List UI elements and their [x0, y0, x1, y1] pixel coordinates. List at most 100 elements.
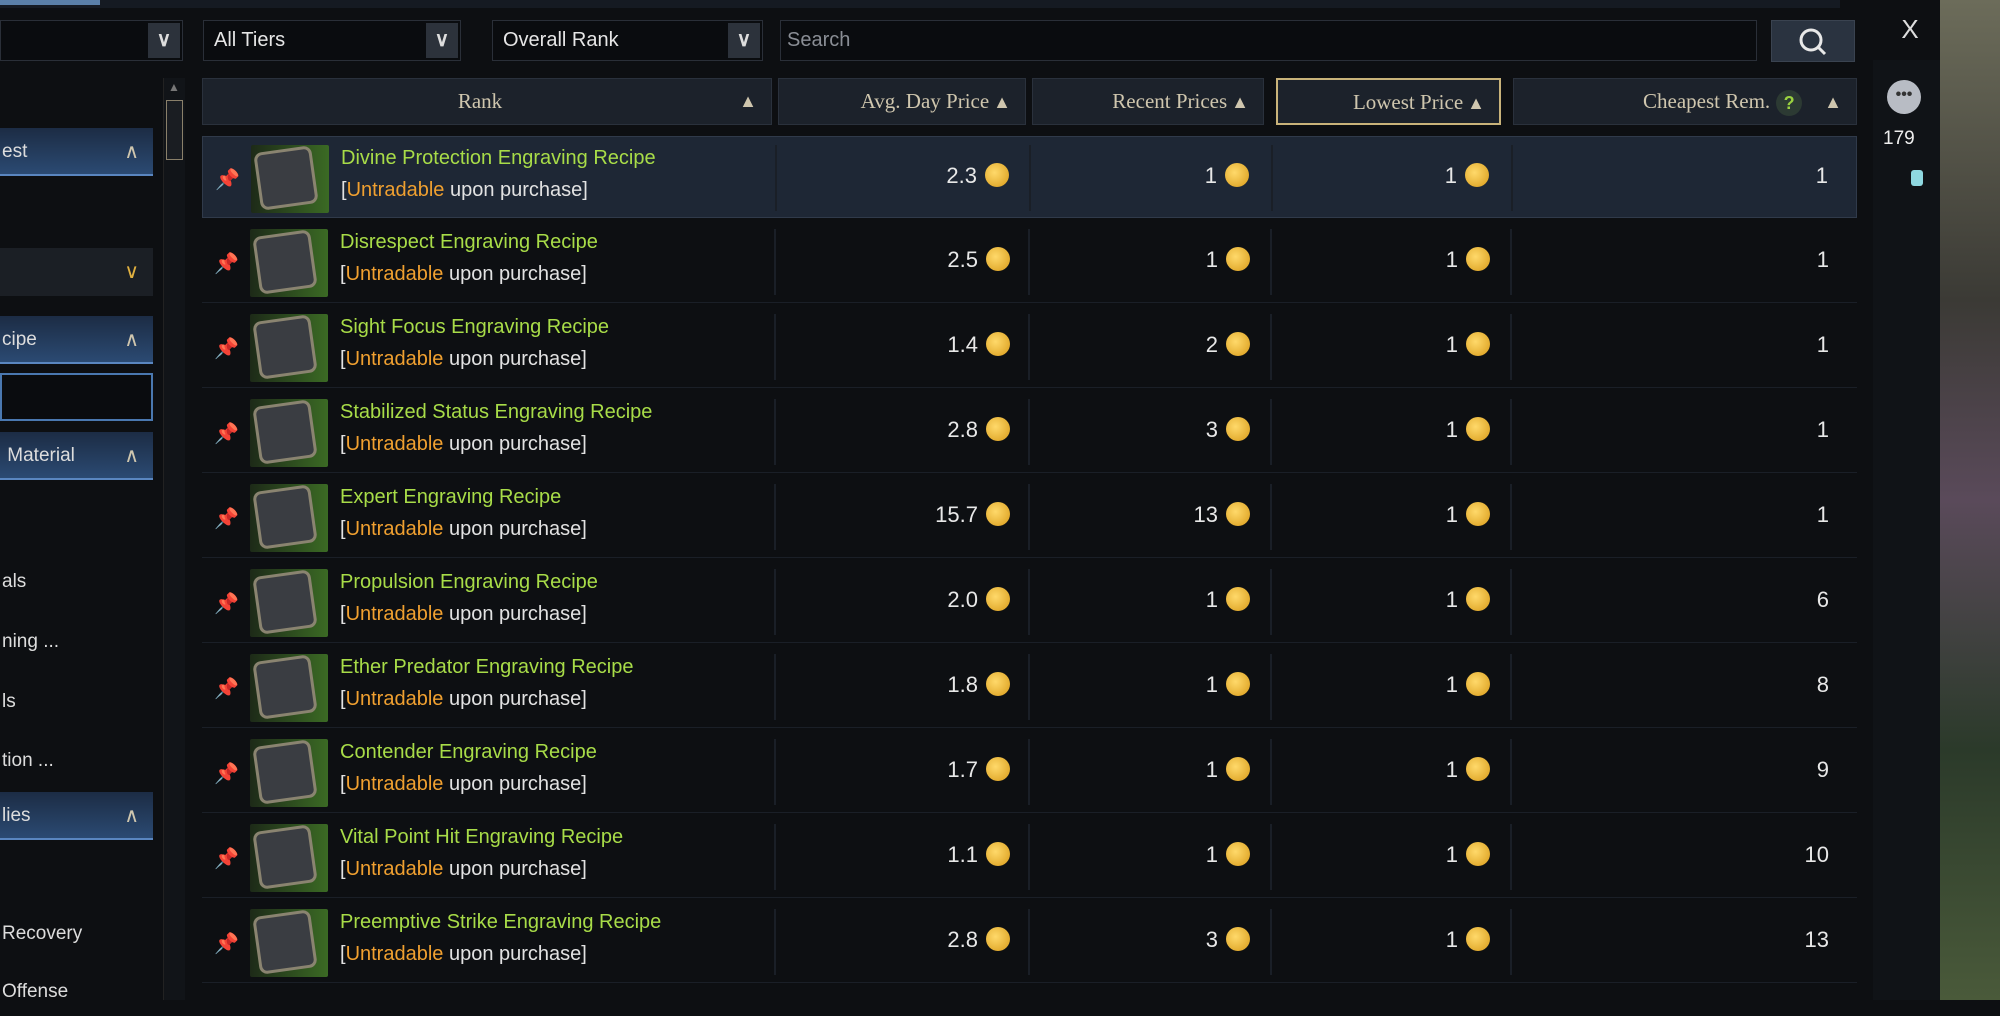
avg-day-price: 1.4 — [947, 332, 1010, 358]
column-header-lowest-price[interactable]: Lowest Price ▲ — [1276, 78, 1501, 125]
recent-price: 1 — [1205, 163, 1249, 189]
item-row[interactable]: 📌 Sight Focus Engraving Recipe [Untradab… — [202, 306, 1857, 388]
avg-day-price: 2.5 — [947, 247, 1010, 273]
chevron-down-icon[interactable]: ∨ — [124, 248, 139, 296]
item-row[interactable]: 📌 Divine Protection Engraving Recipe [Un… — [202, 136, 1857, 218]
gold-coin-icon — [986, 502, 1010, 527]
engraving-recipe-icon — [250, 569, 328, 637]
engraving-recipe-icon — [250, 314, 328, 382]
pin-icon[interactable]: 📌 — [214, 761, 239, 786]
sidebar-item-label: est — [2, 141, 28, 162]
sidebar-item[interactable]: ls — [0, 678, 153, 726]
sidebar-item[interactable]: Recovery — [0, 910, 153, 958]
pin-icon[interactable]: 📌 — [214, 336, 239, 361]
pin-icon[interactable]: 📌 — [214, 931, 239, 956]
close-button[interactable]: X — [1895, 14, 1925, 50]
pin-icon[interactable]: 📌 — [214, 846, 239, 871]
pin-icon[interactable]: 📌 — [214, 591, 239, 616]
engraving-recipe-icon — [251, 145, 329, 213]
item-row[interactable]: 📌 Propulsion Engraving Recipe [Untradabl… — [202, 561, 1857, 643]
item-tradability: [Untradable upon purchase] — [340, 348, 587, 370]
help-icon[interactable]: ? — [1776, 90, 1803, 117]
pin-icon[interactable]: 📌 — [214, 421, 239, 446]
pin-icon[interactable]: 📌 — [214, 251, 239, 276]
gold-coin-icon — [1466, 247, 1490, 272]
item-name: Disrespect Engraving Recipe — [340, 231, 598, 253]
gold-coin-icon — [1466, 757, 1490, 782]
item-row[interactable]: 📌 Contender Engraving Recipe [Untradable… — [202, 731, 1857, 813]
column-header-rank[interactable]: Rank ▲ — [202, 78, 772, 125]
engraving-recipe-icon — [250, 229, 328, 297]
lowest-price: 1 — [1446, 502, 1490, 528]
sort-arrow-icon: ▲ — [1467, 93, 1485, 113]
chevron-down-icon[interactable]: ∨ — [728, 23, 760, 58]
avg-day-price: 1.8 — [947, 672, 1010, 698]
sidebar-item[interactable]: est ∧ — [0, 128, 153, 176]
cheapest-remaining: 8 — [1816, 672, 1829, 697]
recent-price: 1 — [1206, 587, 1250, 613]
recent-price: 2 — [1206, 332, 1250, 358]
search-input[interactable]: Search — [780, 20, 1757, 61]
avg-day-price: 2.3 — [946, 163, 1009, 189]
recent-price: 13 — [1194, 502, 1250, 528]
item-row[interactable]: 📌 Ether Predator Engraving Recipe [Untra… — [202, 646, 1857, 728]
column-header-recent-prices[interactable]: Recent Prices ▲ — [1032, 78, 1264, 125]
avg-day-price: 1.1 — [947, 842, 1010, 868]
sidebar-item[interactable] — [0, 373, 153, 421]
sidebar-item[interactable]: als — [0, 558, 153, 606]
active-tab-indicator[interactable] — [0, 0, 100, 5]
lowest-price: 1 — [1446, 417, 1490, 443]
search-placeholder: Search — [787, 29, 851, 51]
sidebar-item[interactable]: Offense — [0, 968, 153, 1016]
sidebar-scrollbar[interactable]: ▲ — [163, 78, 185, 1000]
more-options-icon[interactable]: ••• — [1887, 80, 1921, 114]
search-button[interactable] — [1771, 20, 1855, 62]
column-header-cheapest-remaining[interactable]: Cheapest Rem.? ▲ — [1513, 78, 1857, 125]
sidebar-item[interactable]: Material ∧ — [0, 432, 153, 480]
item-row[interactable]: 📌 Disrespect Engraving Recipe [Untradabl… — [202, 221, 1857, 303]
category-dropdown[interactable]: ∨ — [0, 20, 183, 61]
chevron-up-icon[interactable]: ∧ — [124, 432, 139, 480]
sidebar-item[interactable]: ning ... — [0, 618, 153, 666]
gold-coin-icon — [1226, 927, 1250, 952]
sidebar-item[interactable]: tion ... — [0, 737, 153, 785]
pin-icon[interactable]: 📌 — [214, 506, 239, 531]
pin-icon[interactable]: 📌 — [215, 167, 240, 192]
recent-price: 1 — [1206, 757, 1250, 783]
cheapest-remaining: 1 — [1816, 332, 1829, 357]
sidebar-item[interactable]: lies ∧ — [0, 792, 153, 840]
gold-coin-icon — [1466, 927, 1490, 952]
sidebar-item[interactable]: ∨ — [0, 248, 153, 296]
sort-dropdown[interactable]: Overall Rank ∨ — [492, 20, 763, 61]
column-header-avg-day-price[interactable]: Avg. Day Price ▲ — [778, 78, 1026, 125]
gold-coin-icon — [1466, 332, 1490, 357]
item-name: Expert Engraving Recipe — [340, 486, 562, 508]
sidebar-item-label: lies — [2, 805, 31, 826]
gold-coin-icon — [1226, 842, 1250, 867]
chevron-up-icon[interactable]: ∧ — [124, 128, 139, 176]
engraving-recipe-icon — [250, 399, 328, 467]
gold-coin-icon — [1226, 417, 1250, 442]
chevron-down-icon[interactable]: ∨ — [148, 23, 180, 58]
item-name: Propulsion Engraving Recipe — [340, 571, 598, 593]
scrollbar-thumb[interactable] — [166, 100, 183, 160]
sidebar-item-label: als — [2, 571, 27, 592]
item-name: Ether Predator Engraving Recipe — [340, 656, 634, 678]
pin-icon[interactable]: 📌 — [214, 676, 239, 701]
chevron-up-icon[interactable]: ∧ — [124, 792, 139, 840]
recent-price: 1 — [1206, 672, 1250, 698]
tier-dropdown[interactable]: All Tiers ∨ — [203, 20, 461, 61]
gold-coin-icon — [1225, 163, 1249, 188]
chevron-down-icon[interactable]: ∨ — [426, 23, 458, 58]
item-name: Divine Protection Engraving Recipe — [341, 147, 656, 169]
item-row[interactable]: 📌 Preemptive Strike Engraving Recipe [Un… — [202, 901, 1857, 983]
item-row[interactable]: 📌 Stabilized Status Engraving Recipe [Un… — [202, 391, 1857, 473]
item-count: 179 — [1883, 128, 1915, 149]
item-row[interactable]: 📌 Vital Point Hit Engraving Recipe [Untr… — [202, 816, 1857, 898]
item-row[interactable]: 📌 Expert Engraving Recipe [Untradable up… — [202, 476, 1857, 558]
chevron-up-icon[interactable]: ∧ — [124, 316, 139, 364]
scroll-up-icon[interactable]: ▲ — [168, 80, 180, 94]
sidebar-item[interactable]: cipe ∧ — [0, 316, 153, 364]
cheapest-remaining: 1 — [1815, 163, 1828, 188]
avg-day-price: 2.0 — [947, 587, 1010, 613]
